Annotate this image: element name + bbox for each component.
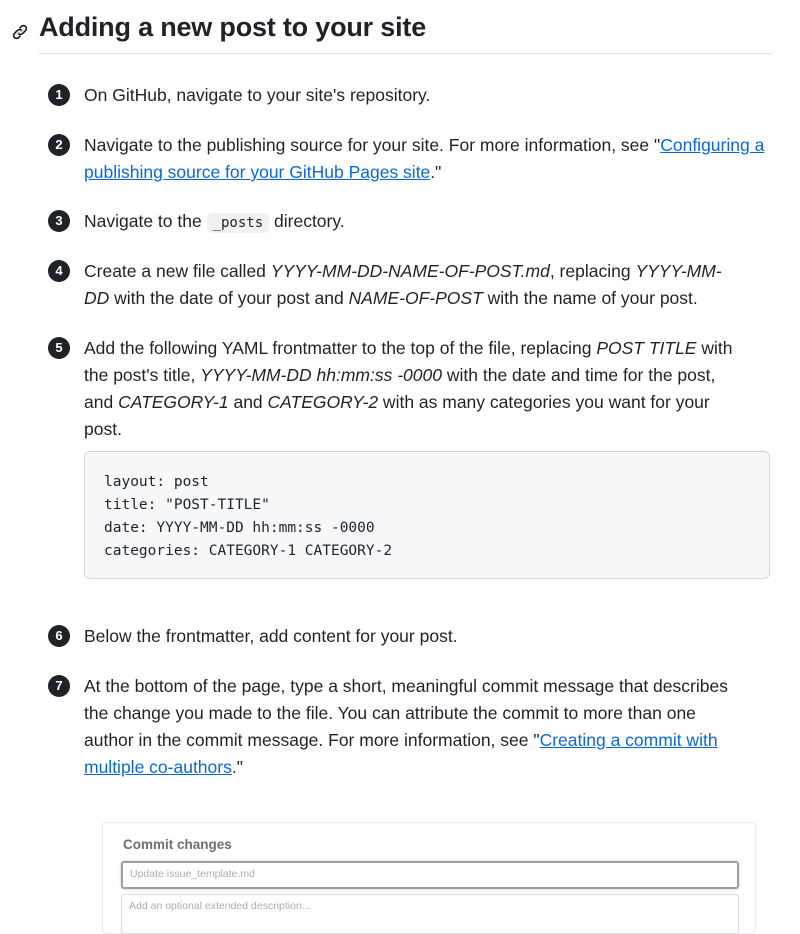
step-text: Navigate to the _posts directory. <box>84 211 345 233</box>
page-title: Adding a new post to your site <box>39 12 427 42</box>
step-number: 1 <box>48 84 70 106</box>
step-number: 7 <box>48 675 70 697</box>
posts-directory-code: _posts <box>206 213 270 233</box>
commit-description-input[interactable]: Add an optional extended description... <box>121 894 739 934</box>
step-number: 3 <box>48 210 70 232</box>
commit-summary-placeholder: Update issue_template.md <box>130 868 255 880</box>
step-text: Navigate to the publishing source for yo… <box>84 135 765 182</box>
step-text: Create a new file called YYYY-MM-DD-NAME… <box>84 261 722 308</box>
link-icon[interactable] <box>11 23 29 41</box>
title-divider <box>39 53 771 54</box>
code-line: categories: CATEGORY-1 CATEGORY-2 <box>104 543 393 559</box>
commit-summary-input[interactable]: Update issue_template.md <box>121 861 739 889</box>
commit-title: Commit changes <box>123 837 232 852</box>
code-line: title: "POST-TITLE" <box>104 497 270 513</box>
step-number: 4 <box>48 260 70 282</box>
step-text: On GitHub, navigate to your site's repos… <box>84 85 431 105</box>
yaml-code-block: layout: post title: "POST-TITLE" date: Y… <box>84 451 770 579</box>
step-number: 6 <box>48 625 70 647</box>
step-number: 2 <box>48 134 70 156</box>
step-text: Below the frontmatter, add content for y… <box>84 626 458 646</box>
commit-description-placeholder: Add an optional extended description... <box>129 900 311 912</box>
code-line: date: YYYY-MM-DD hh:mm:ss -0000 <box>104 520 375 536</box>
step-number: 5 <box>48 337 70 359</box>
commit-changes-screenshot: Commit changes Update issue_template.md … <box>102 822 756 934</box>
code-line: layout: post <box>104 474 209 490</box>
step-text: Add the following YAML frontmatter to th… <box>84 338 733 439</box>
step-text: At the bottom of the page, type a short,… <box>84 676 728 777</box>
